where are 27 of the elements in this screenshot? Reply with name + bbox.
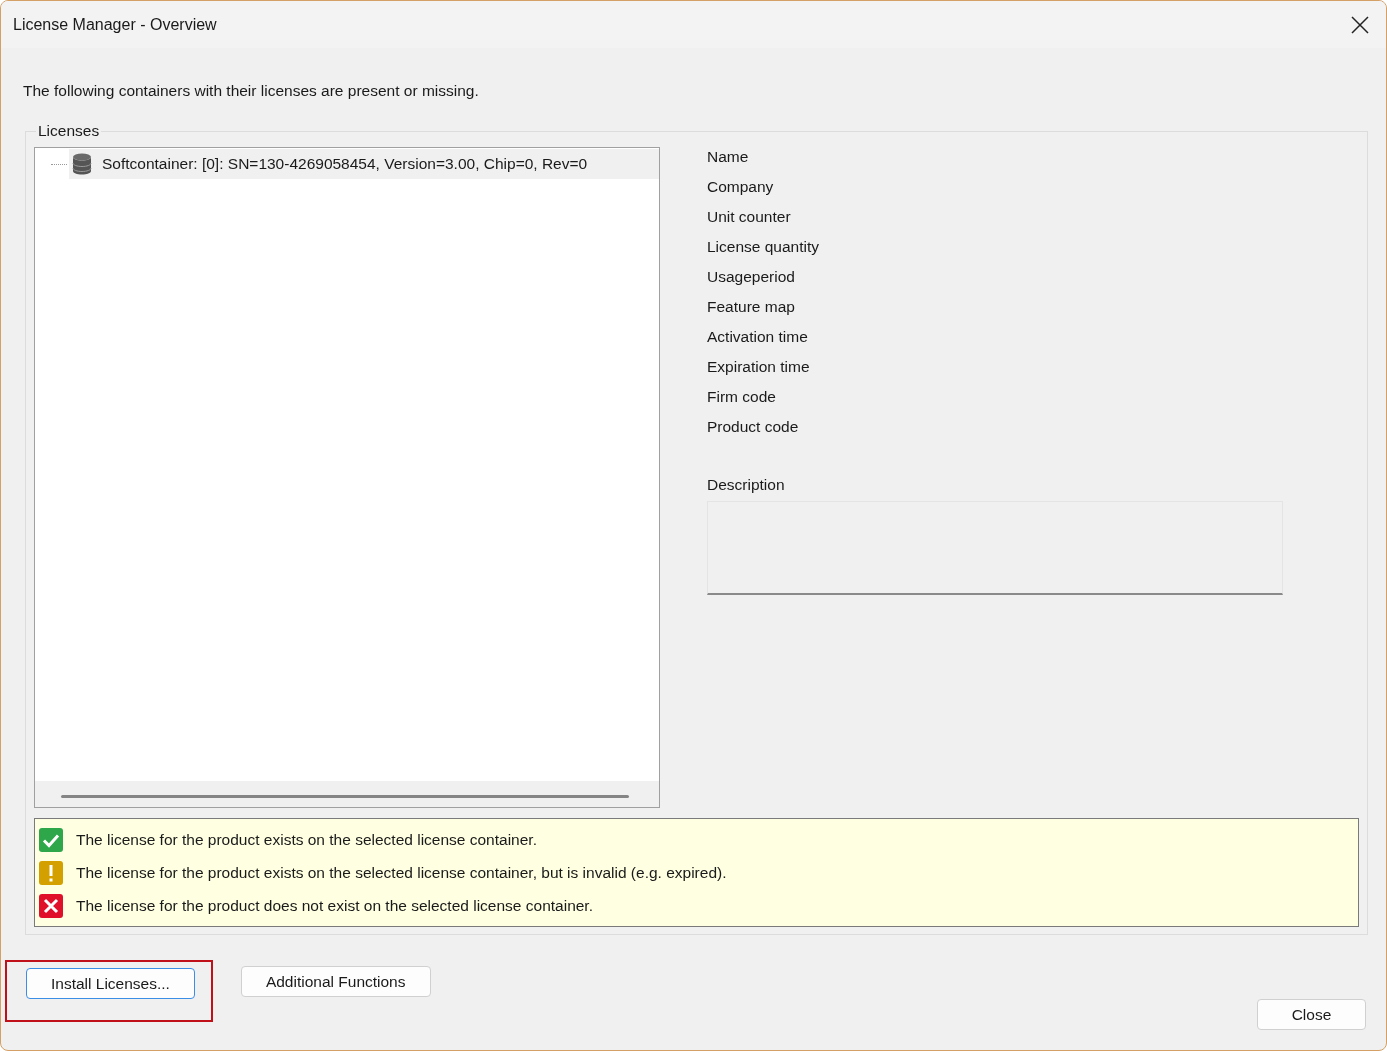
error-icon [39, 893, 63, 918]
tree-line [51, 163, 67, 165]
field-label: Firm code [707, 387, 777, 407]
tree-item[interactable]: Softcontainer: [0]: SN=130-4269058454, Version=3.00, Chip=0, Rev=0 [69, 149, 659, 179]
intro-text: The following containers with their licenses are present or missing. [23, 81, 480, 101]
field-label: Unit counter [707, 207, 792, 227]
legend-text: The license for the product does not exist on the selected license container. [76, 896, 593, 915]
field-label: Activation time [707, 327, 809, 347]
group-label: Licenses [37, 121, 101, 141]
window-title: License Manager - Overview [13, 15, 217, 34]
legend-text: The license for the product exists on the selected license container. [76, 830, 537, 849]
field-label: Product code [707, 417, 800, 437]
field-label: Expiration time [707, 357, 811, 377]
close-button[interactable]: Close [1257, 999, 1366, 1030]
field-label: Name [707, 147, 750, 167]
field-label: License quantity [707, 237, 821, 257]
field-label: Feature map [707, 297, 796, 317]
database-icon [72, 153, 92, 175]
description-label: Description [707, 475, 786, 495]
action-button[interactable]: Additional Functions [240, 966, 431, 997]
horizontal-scrollbar[interactable] [35, 781, 659, 807]
legend-text: The license for the product exists on the selected license container, but is invalid (e.g. expired). [76, 863, 727, 882]
warning-icon [39, 860, 63, 885]
field-label: Usageperiod [707, 267, 796, 287]
field-label: Company [707, 177, 775, 197]
action-button[interactable]: Install Licenses... [26, 968, 195, 999]
check-icon [39, 827, 63, 852]
